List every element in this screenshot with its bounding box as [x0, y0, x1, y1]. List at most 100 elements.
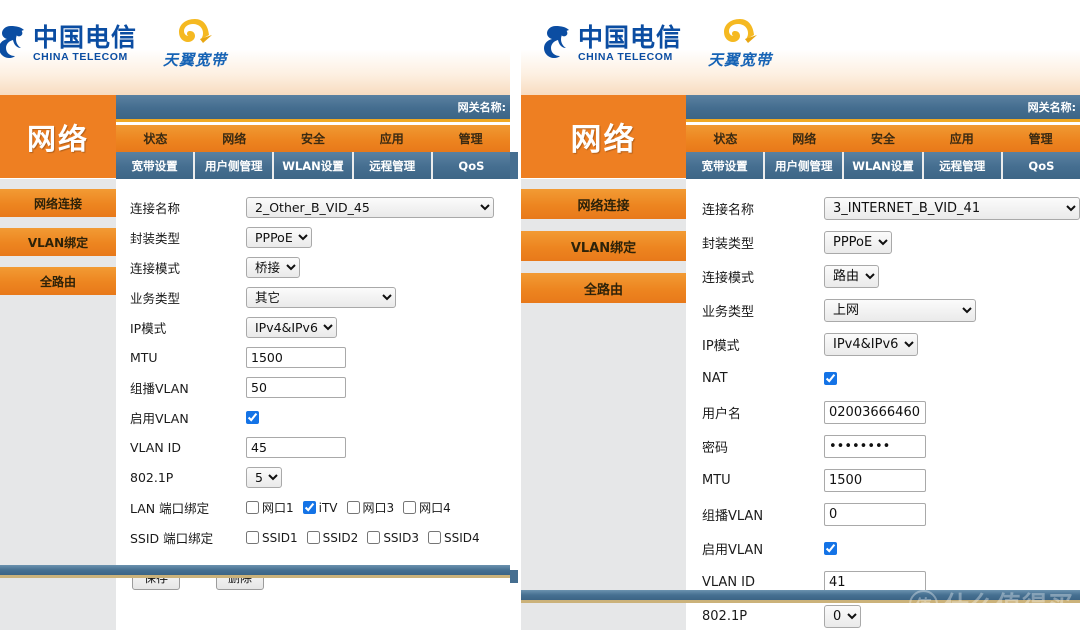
nav-item-manage-right[interactable]: 管理 — [1001, 125, 1080, 152]
nav-item-security[interactable]: 安全 — [274, 125, 353, 152]
input-mtu[interactable] — [246, 347, 346, 368]
china-telecom-logo-right: 中国电信 CHINA TELECOM — [539, 24, 682, 64]
nav-item-security-right[interactable]: 安全 — [844, 125, 923, 152]
sidebar-item-full-routing-right[interactable]: 全路由 — [521, 273, 686, 303]
checkbox-ssid-3[interactable]: SSID3 — [367, 531, 419, 545]
select-service-type[interactable]: 其它 — [246, 287, 396, 308]
checkbox-input-lan-port-itv[interactable] — [303, 501, 316, 514]
checkbox-input-lan-port-4[interactable] — [403, 501, 416, 514]
router-admin-screenshot-right: 中国电信 CHINA TELECOM 天翼宽带 网络 网关名称: 状 — [521, 0, 1080, 630]
label-lan-port-binding: LAN 端口绑定 — [130, 498, 246, 517]
checkbox-lan-port-itv[interactable]: iTV — [303, 501, 338, 515]
checkbox-ssid-2[interactable]: SSID2 — [307, 531, 359, 545]
input-multicast-vlan[interactable] — [246, 377, 346, 398]
tab-remote-manage[interactable]: 远程管理 — [354, 152, 433, 179]
checkbox-input-ssid-2[interactable] — [307, 531, 320, 544]
china-telecom-mark-icon — [0, 24, 28, 64]
tab-user-side-manage-right[interactable]: 用户侧管理 — [765, 152, 844, 179]
input-username[interactable] — [824, 401, 926, 424]
tab-user-side-manage[interactable]: 用户侧管理 — [195, 152, 274, 179]
checkbox-input-lan-port-1[interactable] — [246, 501, 259, 514]
checkbox-input-ssid-1[interactable] — [246, 531, 259, 544]
nav-item-manage[interactable]: 管理 — [431, 125, 510, 152]
field-ssid-port-binding: SSID 端口绑定 SSID1 SSID2 SSID3 — [130, 527, 510, 548]
label-connection-name: 连接名称 — [130, 198, 246, 217]
label-ssid-3: SSID3 — [383, 531, 419, 545]
checkbox-lan-port-3[interactable]: 网口3 — [347, 499, 395, 516]
sub-navigation-right: 宽带设置 用户侧管理 WLAN设置 远程管理 QoS — [686, 152, 1080, 179]
label-ssid-4: SSID4 — [444, 531, 480, 545]
tianyi-text-right: 天翼宽带 — [708, 49, 772, 70]
tab-wlan-settings-right[interactable]: WLAN设置 — [844, 152, 923, 179]
field-vlan-id: VLAN ID — [130, 437, 510, 458]
connection-settings-form-right: 连接名称 3_INTERNET_B_VID_41 封装类型 PPPoE 连接模式… — [686, 179, 1080, 630]
field-enable-vlan-right: 启用VLAN — [702, 537, 1080, 560]
select-encapsulation-type[interactable]: PPPoE — [246, 227, 312, 248]
select-dot1p[interactable]: 5 — [246, 467, 282, 488]
checkbox-ssid-4[interactable]: SSID4 — [428, 531, 480, 545]
nav-item-apps[interactable]: 应用 — [352, 125, 431, 152]
checkbox-enable-vlan-right[interactable] — [824, 542, 837, 555]
select-connection-mode-right[interactable]: 路由 — [824, 265, 879, 288]
telecom-en-text: CHINA TELECOM — [33, 52, 137, 63]
crop-edge-left-panel — [510, 0, 518, 630]
select-dot1p-right[interactable]: 0 — [824, 605, 861, 628]
tab-remote-manage-right[interactable]: 远程管理 — [924, 152, 1003, 179]
checkbox-input-ssid-4[interactable] — [428, 531, 441, 544]
label-encapsulation-type: 封装类型 — [130, 228, 246, 247]
input-password[interactable] — [824, 435, 926, 458]
page-section-title: 网络 — [0, 95, 116, 178]
nav-item-status[interactable]: 状态 — [116, 125, 195, 152]
checkbox-input-ssid-3[interactable] — [367, 531, 380, 544]
tab-broadband-settings-right[interactable]: 宽带设置 — [686, 152, 765, 179]
sidebar: 网络连接 VLAN绑定 全路由 — [0, 179, 116, 630]
tab-qos-right[interactable]: QoS — [1003, 152, 1080, 179]
main-navigation: 状态 网络 安全 应用 管理 — [116, 125, 510, 152]
sidebar-item-vlan-binding[interactable]: VLAN绑定 — [0, 228, 116, 256]
telecom-cn-text-right: 中国电信 — [578, 25, 682, 50]
brand-header-right: 中国电信 CHINA TELECOM 天翼宽带 — [521, 0, 1080, 95]
select-ip-mode-right[interactable]: IPv4&IPv6 — [824, 333, 918, 356]
tab-wlan-settings[interactable]: WLAN设置 — [274, 152, 353, 179]
nav-item-network[interactable]: 网络 — [195, 125, 274, 152]
checkbox-enable-vlan[interactable] — [246, 411, 259, 424]
nav-item-apps-right[interactable]: 应用 — [922, 125, 1001, 152]
select-connection-name-right[interactable]: 3_INTERNET_B_VID_41 — [824, 197, 1080, 220]
gateway-name-label: 网关名称: — [458, 99, 510, 115]
nav-item-status-right[interactable]: 状态 — [686, 125, 765, 152]
tab-broadband-settings[interactable]: 宽带设置 — [116, 152, 195, 179]
tianyi-broadband-logo: 天翼宽带 — [163, 18, 227, 70]
select-connection-name[interactable]: 2_Other_B_VID_45 — [246, 197, 494, 218]
input-mtu-right[interactable] — [824, 469, 926, 492]
tab-qos[interactable]: QoS — [433, 152, 510, 179]
sidebar-item-vlan-binding-right[interactable]: VLAN绑定 — [521, 231, 686, 261]
checkbox-nat[interactable] — [824, 372, 837, 385]
input-vlan-id[interactable] — [246, 437, 346, 458]
label-service-type: 业务类型 — [130, 288, 246, 307]
sidebar-item-full-routing[interactable]: 全路由 — [0, 267, 116, 295]
sidebar-item-network-connection[interactable]: 网络连接 — [0, 189, 116, 217]
field-connection-mode-right: 连接模式 路由 — [702, 265, 1080, 288]
label-vlan-id: VLAN ID — [130, 440, 246, 455]
field-nat: NAT — [702, 367, 1080, 390]
label-enable-vlan-right: 启用VLAN — [702, 539, 824, 558]
checkbox-lan-port-1[interactable]: 网口1 — [246, 499, 294, 516]
label-ssid-1: SSID1 — [262, 531, 298, 545]
checkbox-lan-port-4[interactable]: 网口4 — [403, 499, 451, 516]
label-vlan-id-right: VLAN ID — [702, 575, 824, 590]
label-ssid-2: SSID2 — [323, 531, 359, 545]
nav-item-network-right[interactable]: 网络 — [765, 125, 844, 152]
china-telecom-wordmark: 中国电信 CHINA TELECOM — [33, 25, 137, 63]
label-connection-mode: 连接模式 — [130, 258, 246, 277]
lan-port-binding-group: 网口1 iTV 网口3 网口4 — [246, 499, 451, 516]
checkbox-input-lan-port-3[interactable] — [347, 501, 360, 514]
input-multicast-vlan-right[interactable] — [824, 503, 926, 526]
select-encapsulation-type-right[interactable]: PPPoE — [824, 231, 892, 254]
checkbox-ssid-1[interactable]: SSID1 — [246, 531, 298, 545]
select-service-type-right[interactable]: 上网 — [824, 299, 976, 322]
select-connection-mode[interactable]: 桥接 — [246, 257, 300, 278]
select-ip-mode[interactable]: IPv4&IPv6 — [246, 317, 337, 338]
sidebar-item-network-connection-right[interactable]: 网络连接 — [521, 189, 686, 219]
label-ssid-port-binding: SSID 端口绑定 — [130, 528, 246, 547]
field-service-type: 业务类型 其它 — [130, 287, 510, 308]
